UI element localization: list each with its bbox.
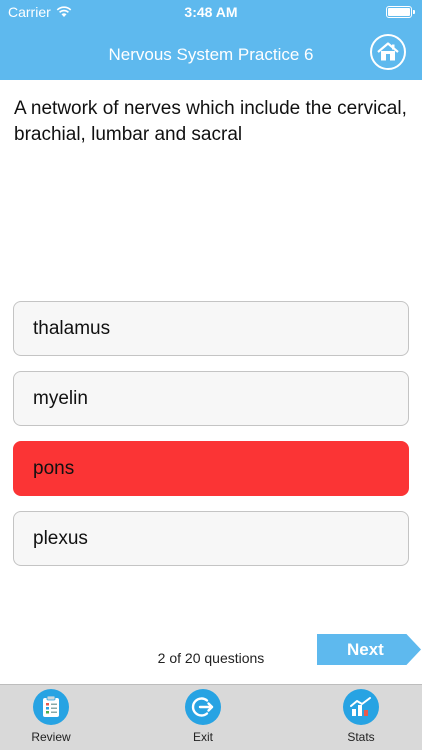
tab-stats[interactable]: Stats	[326, 689, 396, 747]
answer-label: plexus	[33, 527, 88, 549]
tab-exit[interactable]: Exit	[168, 689, 238, 747]
tab-bar: Review Exit Stats	[0, 684, 422, 750]
clock: 3:48 AM	[184, 4, 238, 20]
status-bar: Carrier 3:48 AM	[0, 0, 422, 24]
home-button[interactable]	[370, 34, 406, 70]
header: Carrier 3:48 AM Nervous System Practice …	[0, 0, 422, 80]
tab-exit-label: Exit	[192, 730, 213, 744]
answer-label: thalamus	[33, 317, 111, 339]
next-button-label: Next	[347, 639, 384, 659]
next-button[interactable]: Next	[317, 634, 421, 665]
answer-label: pons	[33, 457, 75, 479]
home-icon	[377, 42, 399, 61]
tab-review[interactable]: Review	[16, 689, 86, 747]
answer-option-myelin[interactable]: myelin	[13, 371, 409, 426]
answer-label: myelin	[33, 387, 88, 409]
chart-icon	[343, 689, 379, 725]
tab-stats-label: Stats	[347, 730, 375, 744]
answer-option-pons[interactable]: pons	[13, 441, 409, 496]
tab-review-label: Review	[31, 730, 71, 744]
page-title: Nervous System Practice 6	[108, 45, 314, 64]
battery-icon	[386, 6, 415, 18]
answer-option-plexus[interactable]: plexus	[13, 511, 409, 566]
clipboard-icon	[33, 689, 69, 725]
answer-option-thalamus[interactable]: thalamus	[13, 301, 409, 356]
exit-icon	[185, 689, 221, 725]
question-text: A network of nerves which include the ce…	[14, 98, 407, 145]
